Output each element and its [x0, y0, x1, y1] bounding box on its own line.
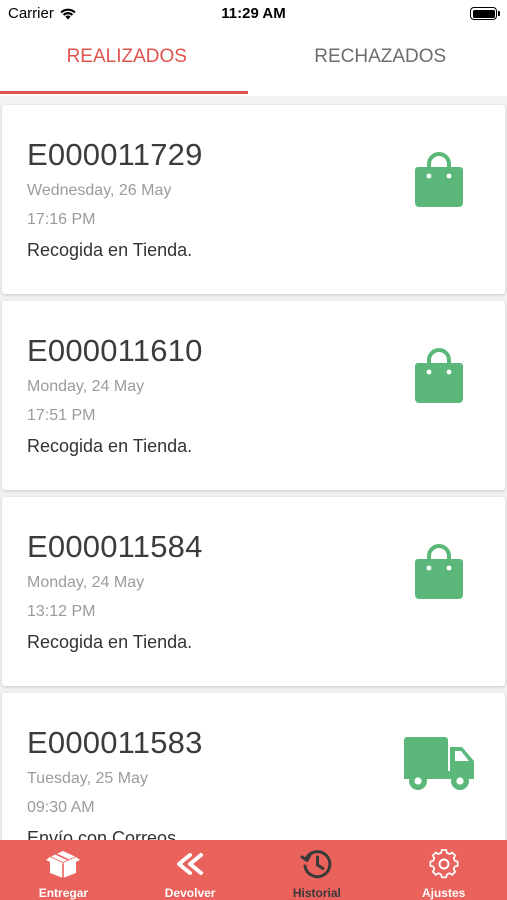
nav-ajustes-label: Ajustes: [421, 886, 466, 900]
order-date: Wednesday, 26 May: [27, 182, 172, 199]
delivery-method: Recogida en Tienda.: [27, 436, 193, 456]
order-card[interactable]: E000011729 Wednesday, 26 May 17:16 PM Re…: [2, 105, 505, 294]
nav-entregar-label: Entregar: [38, 886, 89, 900]
active-tab-indicator: [0, 91, 248, 94]
order-code: E000011729: [27, 137, 203, 172]
battery-icon: [470, 7, 500, 20]
delivery-truck-icon: [404, 737, 474, 790]
order-date: Monday, 24 May: [27, 378, 145, 395]
nav-historial[interactable]: Historial: [254, 840, 381, 900]
order-time: 13:12 PM: [27, 603, 96, 620]
delivery-method: Recogida en Tienda.: [27, 240, 193, 260]
order-card[interactable]: E000011583 Tuesday, 25 May 09:30 AM Enví…: [2, 693, 505, 840]
order-code: E000011583: [27, 725, 203, 760]
tab-bar: REALIZADOS RECHAZADOS: [0, 28, 507, 96]
order-time: 17:51 PM: [27, 407, 96, 424]
delivery-method: Envío con Correos.: [27, 828, 182, 840]
double-chevron-left-icon: [177, 853, 204, 875]
shopping-bag-icon: [415, 152, 463, 207]
nav-historial-label: Historial: [292, 886, 341, 900]
status-time: 11:29 AM: [221, 5, 286, 22]
order-date: Tuesday, 25 May: [27, 770, 148, 787]
tab-realizados-label: REALIZADOS: [66, 46, 187, 67]
delivery-method: Recogida en Tienda.: [27, 632, 193, 652]
tab-rechazados-label: RECHAZADOS: [314, 46, 447, 67]
nav-ajustes[interactable]: Ajustes: [380, 840, 507, 900]
order-time: 09:30 AM: [27, 799, 95, 816]
order-code: E000011584: [27, 529, 203, 564]
nav-devolver-label: Devolver: [164, 886, 216, 900]
order-time: 17:16 PM: [27, 211, 96, 228]
package-icon: [46, 851, 81, 878]
status-bar: Carrier 11:29 AM: [0, 0, 507, 28]
history-clock-icon: [300, 850, 332, 879]
order-date: Monday, 24 May: [27, 574, 145, 591]
gear-icon: [429, 849, 459, 879]
order-card[interactable]: E000011584 Monday, 24 May 13:12 PM Recog…: [2, 497, 505, 686]
order-list[interactable]: E000011729 Wednesday, 26 May 17:16 PM Re…: [0, 96, 507, 840]
tab-realizados[interactable]: REALIZADOS: [0, 28, 254, 96]
bottom-nav-bar: Entregar Devolver Historial Ajustes: [0, 840, 507, 900]
order-card[interactable]: E000011610 Monday, 24 May 17:51 PM Recog…: [2, 301, 505, 490]
nav-devolver[interactable]: Devolver: [127, 840, 254, 900]
shopping-bag-icon: [415, 348, 463, 403]
nav-entregar[interactable]: Entregar: [0, 840, 127, 900]
shopping-bag-icon: [415, 544, 463, 599]
tab-rechazados[interactable]: RECHAZADOS: [254, 28, 507, 96]
order-code: E000011610: [27, 333, 203, 368]
